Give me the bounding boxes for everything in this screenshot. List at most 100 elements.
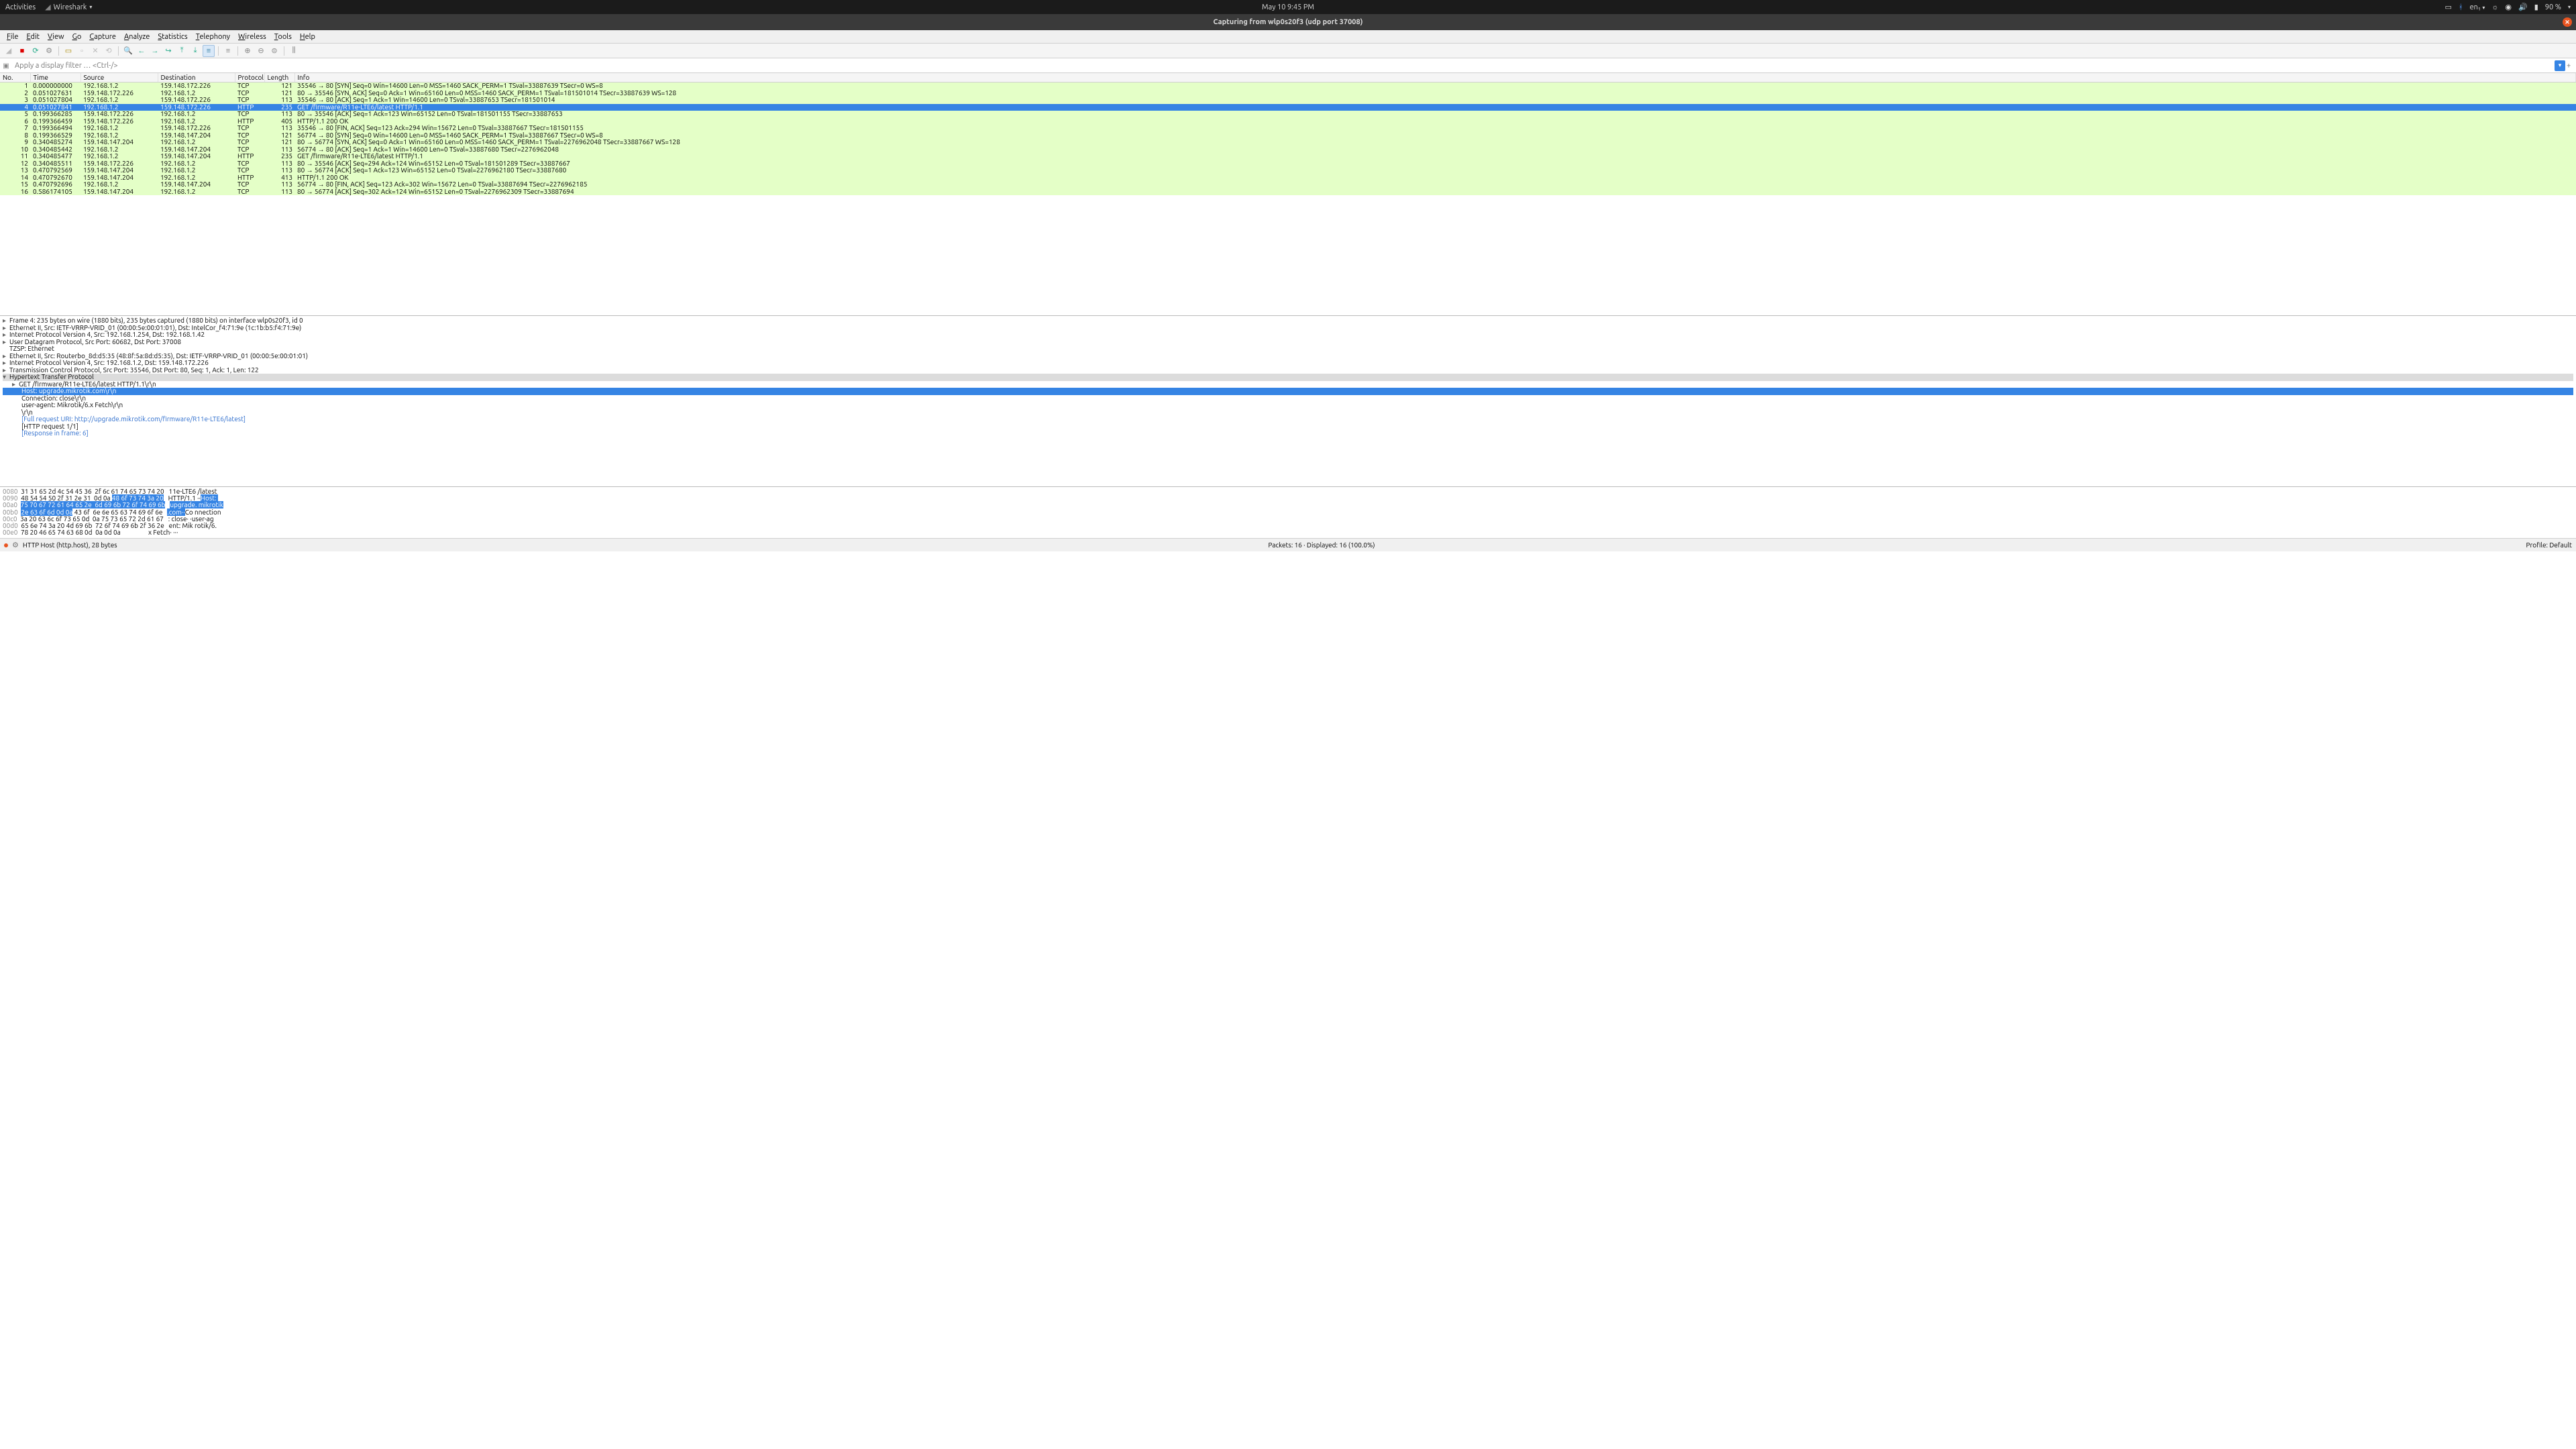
menu-view[interactable]: View [44, 32, 68, 42]
tree-ip-outer[interactable]: ▸Internet Protocol Version 4, Src: 192.1… [3, 331, 2573, 339]
go-forward-button[interactable]: → [149, 45, 161, 57]
filter-bookmark-button[interactable]: ▣ [1, 61, 11, 70]
tree-tzsp[interactable]: TZSP: Ethernet [3, 345, 2573, 353]
screen-icon[interactable]: ▭ [2445, 3, 2451, 11]
packet-row[interactable]: 150.470792696192.168.1.2159.148.147.204T… [0, 181, 2576, 189]
menu-help[interactable]: Help [296, 32, 319, 42]
tree-http-request-num[interactable]: [HTTP request 1/1] [3, 423, 2573, 431]
go-back-button[interactable]: ← [136, 45, 148, 57]
packet-row[interactable]: 120.340485511159.148.172.226192.168.1.2T… [0, 160, 2576, 168]
packet-row[interactable]: 40.051027841192.168.1.2159.148.172.226HT… [0, 104, 2576, 111]
restart-capture-button[interactable]: ⟳ [30, 45, 42, 57]
brightness-icon[interactable]: ☼ [2491, 3, 2498, 11]
hex-row[interactable]: 00a0 75 70 67 72 61 64 65 2e 6d 69 6b 72… [3, 502, 2573, 508]
tree-ip-inner[interactable]: ▸Internet Protocol Version 4, Src: 192.1… [3, 360, 2573, 367]
filter-expression-button[interactable]: ▾ [2555, 60, 2565, 71]
hex-row[interactable]: 00b0 2e 63 6f 6d 0d 0a 43 6f 6e 6e 65 63… [3, 509, 2573, 516]
go-to-packet-button[interactable]: ↪ [162, 45, 174, 57]
close-file-button[interactable]: ✕ [89, 45, 101, 57]
packet-table-header-row[interactable]: No.TimeSourceDestinationProtocolLengthIn… [0, 73, 2576, 83]
go-last-button[interactable]: ⤓ [189, 45, 201, 57]
packet-row[interactable]: 80.199366529192.168.1.2159.148.147.204TC… [0, 132, 2576, 140]
column-header[interactable]: Protocol [235, 73, 264, 83]
packet-row[interactable]: 110.340485477192.168.1.2159.148.147.204H… [0, 153, 2576, 160]
packet-list-pane[interactable]: No.TimeSourceDestinationProtocolLengthIn… [0, 73, 2576, 316]
packet-row[interactable]: 10.000000000192.168.1.2159.148.172.226TC… [0, 83, 2576, 90]
tree-http-response-frame[interactable]: [Response in frame: 6] [3, 430, 2573, 437]
packet-row[interactable]: 140.470792670159.148.147.204192.168.1.2H… [0, 174, 2576, 182]
volume-icon[interactable]: 🔊 [2518, 3, 2528, 11]
tree-http-host[interactable]: Host: upgrade.mikrotik.com\r\n [3, 388, 2573, 395]
menu-telephony[interactable]: Telephony [192, 32, 234, 42]
tree-http-connection[interactable]: Connection: close\r\n [3, 395, 2573, 402]
system-menu-chevron-icon[interactable]: ▾ [2568, 4, 2571, 10]
tree-http-user-agent[interactable]: user-agent: Mikrotik/6.x Fetch\r\n [3, 402, 2573, 409]
tree-http[interactable]: ▾Hypertext Transfer Protocol [3, 374, 2573, 381]
filter-add-button[interactable]: + [2567, 62, 2575, 70]
tree-udp[interactable]: ▸User Datagram Protocol, Src Port: 60682… [3, 339, 2573, 346]
tree-frame[interactable]: ▸Frame 4: 235 bytes on wire (1880 bits),… [3, 317, 2573, 325]
colorize-button[interactable]: ≡ [222, 45, 234, 57]
packet-bytes-pane[interactable]: 0080 31 31 65 2d 4c 54 45 36 2f 6c 61 74… [0, 487, 2576, 538]
packet-row[interactable]: 60.199366459159.148.172.226192.168.1.2HT… [0, 118, 2576, 125]
column-header[interactable]: Time [30, 73, 80, 83]
menu-file[interactable]: File [3, 32, 22, 42]
tree-tcp[interactable]: ▸Transmission Control Protocol, Src Port… [3, 367, 2573, 374]
bluetooth-icon[interactable]: ᚼ [2459, 3, 2463, 11]
auto-scroll-button[interactable]: ≡ [203, 45, 215, 57]
hex-row[interactable]: 0080 31 31 65 2d 4c 54 45 36 2f 6c 61 74… [3, 488, 2573, 495]
menu-wireless[interactable]: Wireless [234, 32, 270, 42]
column-header[interactable]: Length [264, 73, 294, 83]
activities-button[interactable]: Activities [5, 3, 36, 11]
packet-row[interactable]: 70.199366494192.168.1.2159.148.172.226TC… [0, 125, 2576, 132]
wifi-icon[interactable]: ◉ [2505, 3, 2512, 11]
column-header[interactable]: Destination [158, 73, 235, 83]
app-menu[interactable]: ◢ Wireshark ▾ [45, 3, 92, 11]
capture-options-button[interactable]: ⚙ [43, 45, 55, 57]
window-close-button[interactable]: ✕ [2563, 17, 2572, 27]
menu-tools[interactable]: Tools [270, 32, 296, 42]
open-file-button[interactable]: ▭ [62, 45, 74, 57]
column-header[interactable]: Info [294, 73, 2576, 83]
packet-row[interactable]: 30.051027804192.168.1.2159.148.172.226TC… [0, 97, 2576, 104]
zoom-out-button[interactable]: ⊖ [255, 45, 267, 57]
packet-row[interactable]: 50.199366285159.148.172.226192.168.1.2TC… [0, 111, 2576, 118]
start-capture-button[interactable]: ◢ [3, 45, 15, 57]
zoom-reset-button[interactable]: ⊜ [268, 45, 280, 57]
tree-http-full-uri[interactable]: [Full request URI: http://upgrade.mikrot… [3, 416, 2573, 423]
packet-row[interactable]: 100.340485442192.168.1.2159.148.147.204T… [0, 146, 2576, 154]
tree-http-get[interactable]: ▸GET /firmware/R11e-LTE6/latest HTTP/1.1… [3, 381, 2573, 388]
column-header[interactable]: Source [80, 73, 158, 83]
clock[interactable]: May 10 9:45 PM [1262, 3, 1314, 11]
tree-eth-outer[interactable]: ▸Ethernet II, Src: IETF-VRRP-VRID_01 (00… [3, 325, 2573, 332]
stop-capture-button[interactable]: ■ [16, 45, 28, 57]
input-language[interactable]: en₁ ▾ [2469, 3, 2485, 11]
tree-http-crlf[interactable]: \r\n [3, 409, 2573, 417]
menu-go[interactable]: Go [68, 32, 86, 42]
hex-row[interactable]: 0090 48 54 54 50 2f 31 2e 31 0d 0a 48 6f… [3, 495, 2573, 502]
packet-details-pane[interactable]: ▸Frame 4: 235 bytes on wire (1880 bits),… [0, 316, 2576, 487]
find-packet-button[interactable]: 🔍 [122, 45, 134, 57]
go-first-button[interactable]: ⤒ [176, 45, 188, 57]
hex-row[interactable]: 00e0 78 20 46 65 74 63 68 0d 0a 0d 0a x … [3, 529, 2573, 536]
packet-row[interactable]: 130.470792569159.148.147.204192.168.1.2T… [0, 167, 2576, 174]
zoom-in-button[interactable]: ⊕ [241, 45, 254, 57]
menu-statistics[interactable]: Statistics [154, 32, 191, 42]
menu-edit[interactable]: Edit [22, 32, 44, 42]
tree-eth-inner[interactable]: ▸Ethernet II, Src: Routerbo_8d:d5:35 (48… [3, 353, 2573, 360]
resize-columns-button[interactable]: ⫼ [288, 45, 300, 57]
reload-button[interactable]: ⟲ [103, 45, 115, 57]
packet-row[interactable]: 90.340485274159.148.147.204192.168.1.2TC… [0, 139, 2576, 146]
column-header[interactable]: No. [0, 73, 30, 83]
hex-row[interactable]: 00c0 3a 20 63 6c 6f 73 65 0d 0a 75 73 65… [3, 516, 2573, 523]
save-file-button[interactable]: ▫ [76, 45, 88, 57]
packet-row[interactable]: 20.051027631159.148.172.226192.168.1.2TC… [0, 90, 2576, 97]
statusbar-prefs-icon[interactable]: ⚙ [12, 541, 19, 549]
packet-row[interactable]: 160.586174105159.148.147.204192.168.1.2T… [0, 189, 2576, 196]
statusbar-profile[interactable]: Profile: Default [2526, 541, 2572, 549]
expert-info-indicator[interactable] [4, 543, 8, 547]
menu-capture[interactable]: Capture [85, 32, 120, 42]
hex-row[interactable]: 00d0 65 6e 74 3a 20 4d 69 6b 72 6f 74 69… [3, 523, 2573, 529]
battery-icon[interactable]: ▮ [2534, 3, 2538, 11]
menu-analyze[interactable]: Analyze [120, 32, 154, 42]
